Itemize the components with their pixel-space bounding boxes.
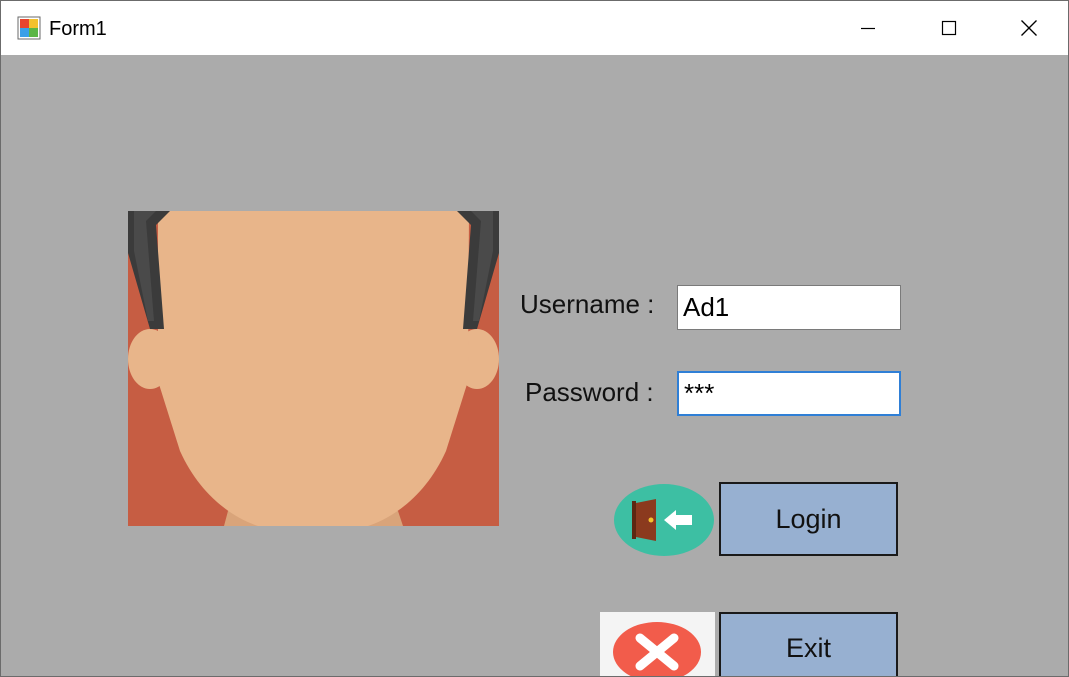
exit-button-label: Exit [785,633,831,663]
username-input[interactable]: Ad1 [677,285,901,330]
red-x-icon [613,622,701,676]
maximize-icon [941,20,957,36]
door-enter-icon [614,484,714,556]
maximize-button[interactable] [909,1,989,55]
close-icon [1021,20,1037,36]
exit-icon-box [600,612,715,676]
minimize-button[interactable] [828,1,908,55]
form1-window: Form1 Username: Ad1 Password: *** Logi… [0,0,1069,677]
password-label: Password : [525,377,654,407]
login-button[interactable]: Login [719,482,898,556]
username-label: Username : [520,289,655,319]
minimize-icon [861,27,875,30]
winforms-app-icon [17,16,41,40]
password-input[interactable]: *** [677,371,901,416]
person-face-picture [128,211,499,526]
login-button-label: Login [775,503,842,534]
close-button[interactable] [989,1,1068,55]
window-title: Form1 [49,18,107,40]
exit-button[interactable]: Exit [719,612,898,676]
title-bar[interactable]: Form1 [1,1,1068,55]
